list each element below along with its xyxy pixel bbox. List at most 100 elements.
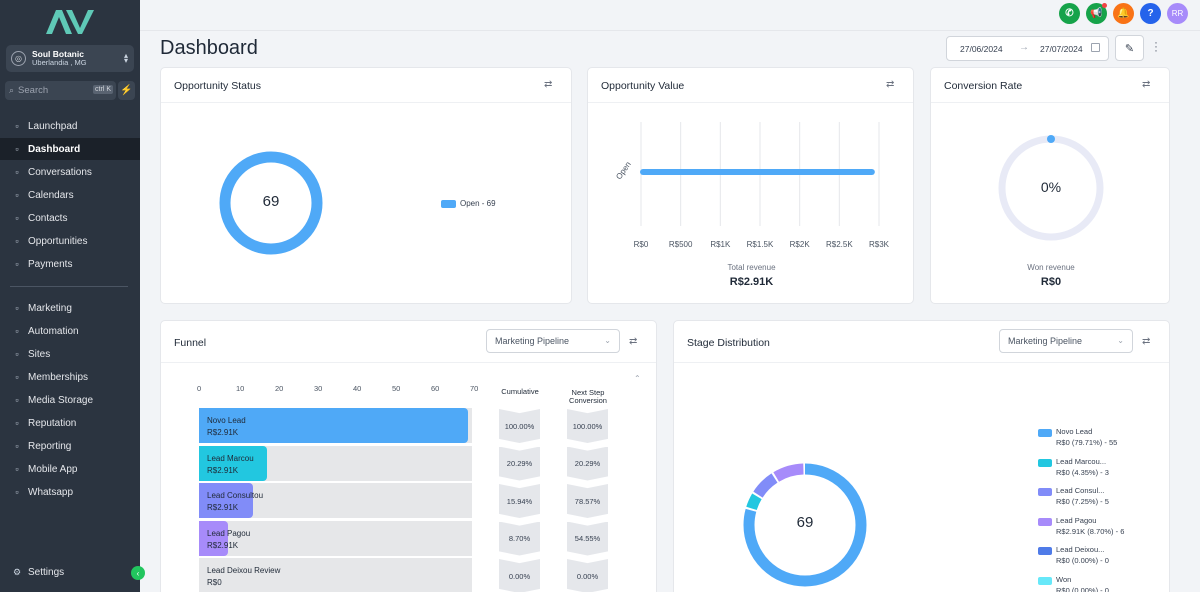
- funnel-x-tick: 30: [314, 384, 323, 393]
- chevron-up-icon[interactable]: ⌃: [634, 374, 641, 383]
- stage-pipeline-select[interactable]: Marketing Pipeline ⌄: [999, 329, 1133, 353]
- quick-action-bolt-icon[interactable]: ⚡: [118, 81, 135, 100]
- sidebar-item-whatsapp[interactable]: ▫ Whatsapp: [0, 481, 140, 503]
- date-from: 27/06/2024: [960, 44, 1003, 54]
- total-revenue-value: R$2.91K: [729, 276, 774, 288]
- sidebar-item-opportunities[interactable]: ▫ Opportunities: [0, 230, 140, 252]
- filter-icon[interactable]: ⇄: [629, 336, 637, 347]
- funnel-stage-name: Lead Pagou: [207, 528, 251, 538]
- sidebar-item-calendars[interactable]: ▫ Calendars: [0, 184, 140, 206]
- sidebar-item-label: Automation: [28, 325, 79, 337]
- total-revenue-label: Total revenue: [727, 263, 776, 272]
- star-icon: ▫: [15, 418, 19, 428]
- card-header-divider: [674, 362, 1169, 363]
- card-header-divider: [161, 102, 571, 103]
- sidebar-divider: [10, 286, 128, 287]
- funnel-pipeline-select[interactable]: Marketing Pipeline ⌄: [486, 329, 620, 353]
- sidebar-item-payments[interactable]: ▫ Payments: [0, 253, 140, 275]
- sidebar-item-conversations[interactable]: ▫ Conversations: [0, 161, 140, 183]
- filter-icon[interactable]: ⇄: [1142, 336, 1150, 347]
- avatar[interactable]: RR: [1167, 3, 1188, 24]
- sidebar-item-label: Opportunities: [28, 235, 88, 247]
- sidebar-item-launchpad[interactable]: ▫ Launchpad: [0, 115, 140, 137]
- legend-swatch: [1038, 517, 1052, 526]
- legend-swatch: [1038, 576, 1052, 585]
- sidebar-item-media-storage[interactable]: ▫ Media Storage: [0, 389, 140, 411]
- sidebar-item-label: Conversations: [28, 166, 92, 178]
- sidebar-item-label: Whatsapp: [28, 486, 74, 498]
- conversion-rate-value: 0%: [1040, 179, 1062, 195]
- funnel-x-tick: 50: [392, 384, 401, 393]
- mobile-icon: ▫: [15, 464, 19, 474]
- funnel-bar: [199, 520, 229, 556]
- search-placeholder: Search: [18, 85, 49, 96]
- search-icon: ⌕: [9, 85, 15, 95]
- collapse-sidebar-button[interactable]: ‹: [131, 566, 145, 580]
- card-title: Stage Distribution: [687, 337, 770, 349]
- funnel-row[interactable]: Lead Pagou R$2.91K: [199, 520, 472, 556]
- funnel-row[interactable]: Lead Marcou R$2.91K: [199, 445, 472, 481]
- sidebar-item-label: Contacts: [28, 212, 68, 224]
- funnel-stage-name: Novo Lead: [207, 416, 246, 425]
- sidebar-item-reputation[interactable]: ▫ Reputation: [0, 412, 140, 434]
- sidebar-item-marketing[interactable]: ▫ Marketing: [0, 297, 140, 319]
- sidebar-item-automation[interactable]: ▫ Automation: [0, 320, 140, 342]
- funnel-x-tick: 0: [197, 384, 202, 393]
- filter-icon[interactable]: ⇄: [544, 79, 552, 90]
- legend-name: Lead Pagou: [1056, 515, 1097, 525]
- edit-dashboard-button[interactable]: ✎: [1115, 35, 1144, 61]
- card-header-divider: [931, 102, 1169, 103]
- filter-icon[interactable]: ⇄: [1142, 79, 1150, 90]
- memberships-icon: ▫: [15, 372, 19, 382]
- sidebar-item-mobile-app[interactable]: ▫ Mobile App: [0, 458, 140, 480]
- funnel-x-tick: 60: [431, 384, 440, 393]
- legend-swatch: [1038, 547, 1052, 555]
- next-step-cell: 54.55%: [567, 521, 608, 556]
- funnel-row[interactable]: Lead Deixou Review R$0: [199, 558, 472, 592]
- gauge-marker: [1047, 135, 1055, 143]
- funnel-x-tick: 20: [275, 384, 284, 393]
- notification-dot: [1102, 3, 1107, 8]
- opportunities-icon: ▫: [15, 236, 19, 246]
- legend-item-open: Open - 69: [441, 199, 496, 208]
- sidebar-item-dashboard[interactable]: ▫ Dashboard: [0, 138, 140, 160]
- more-options-icon[interactable]: · · ·: [1154, 36, 1158, 56]
- legend-value: R$0 (79.71%) - 55: [1056, 438, 1118, 447]
- card-title: Conversion Rate: [944, 80, 1023, 92]
- app-logo[interactable]: [44, 8, 96, 36]
- megaphone-icon[interactable]: 📢: [1086, 3, 1107, 24]
- sidebar-item-label: Mobile App: [28, 463, 78, 475]
- card-title: Funnel: [174, 337, 207, 349]
- won-revenue-label: Won revenue: [1027, 263, 1075, 272]
- won-revenue-value: R$0: [1040, 276, 1062, 288]
- sidebar-item-memberships[interactable]: ▫ Memberships: [0, 366, 140, 388]
- sidebar-item-settings[interactable]: ⚙ Settings: [0, 561, 140, 583]
- legend-value: R$2.91K (8.70%) - 6: [1056, 526, 1125, 536]
- next-step-cell: 20.29%: [567, 446, 608, 481]
- sidebar-item-label: Payments: [28, 258, 73, 270]
- trend-icon: ▫: [15, 441, 19, 451]
- sidebar-item-sites[interactable]: ▫ Sites: [0, 343, 140, 365]
- conversion-rate-card: Conversion Rate ⇄ 0% Won revenue R$0: [930, 67, 1170, 304]
- bell-icon[interactable]: 🔔: [1113, 3, 1134, 24]
- cumulative-cell: 100.00%: [499, 409, 540, 443]
- date-range-picker[interactable]: 27/06/2024 → 27/07/2024: [946, 36, 1109, 61]
- phone-icon[interactable]: ✆: [1059, 3, 1080, 24]
- sidebar-item-label: Calendars: [28, 189, 74, 201]
- funnel-stage-value: R$2.91K: [207, 503, 239, 512]
- account-switcher[interactable]: ◎ Soul Botanic Uberlandia , MG ▴ ▾: [6, 45, 134, 72]
- help-icon[interactable]: ?: [1140, 3, 1161, 24]
- x-tick-label: R$500: [669, 240, 693, 249]
- sidebar-item-reporting[interactable]: ▫ Reporting: [0, 435, 140, 457]
- funnel-row[interactable]: Lead Consultou R$2.91K: [199, 483, 472, 518]
- card-header-divider: [161, 362, 656, 363]
- filter-icon[interactable]: ⇄: [886, 79, 894, 90]
- sidebar-item-label: Dashboard: [28, 143, 81, 155]
- funnel-row[interactable]: Novo Lead R$2.91K: [199, 408, 472, 443]
- search-input[interactable]: ⌕ Search ctrl K: [5, 81, 116, 100]
- opportunity-value-card: Opportunity Value ⇄ R$0 R$500 R$1K R$1.5K R$…: [587, 67, 914, 304]
- next-step-header: Next Step Conversion: [569, 388, 607, 406]
- legend-value: R$0 (0.00%) - 0: [1056, 585, 1109, 592]
- rocket-icon: ▫: [15, 121, 19, 131]
- sidebar-item-contacts[interactable]: ▫ Contacts: [0, 207, 140, 229]
